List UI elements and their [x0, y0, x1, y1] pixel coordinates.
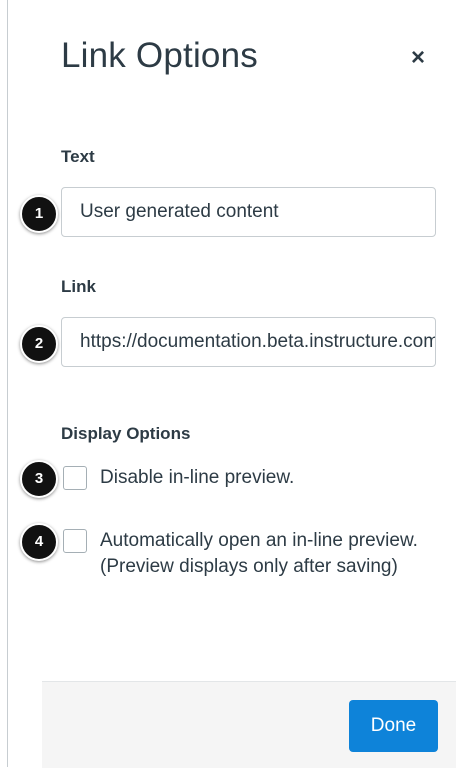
auto-open-preview-label[interactable]: Automatically open an in-line preview. (… — [100, 528, 420, 580]
link-field-label: Link — [61, 277, 96, 296]
auto-open-preview-checkbox[interactable] — [63, 529, 87, 553]
text-input-value: User generated content — [80, 201, 279, 222]
link-input-value: https://documentation.beta.instructure.c… — [80, 331, 435, 352]
link-input[interactable]: https://documentation.beta.instructure.c… — [61, 317, 436, 367]
link-options-panel — [8, 0, 456, 767]
dialog-title: Link Options — [61, 36, 258, 75]
text-input[interactable]: User generated content — [61, 187, 436, 237]
callout-badge-1: 1 — [20, 195, 58, 233]
callout-badge-3: 3 — [20, 460, 58, 498]
disable-inline-preview-label[interactable]: Disable in-line preview. — [100, 465, 420, 491]
text-field-label: Text — [61, 147, 95, 166]
close-icon[interactable]: × — [404, 44, 432, 72]
callout-badge-4: 4 — [20, 523, 58, 561]
callout-badge-2: 2 — [20, 325, 58, 363]
done-button[interactable]: Done — [349, 700, 438, 752]
link-options-dialog-frame: Link Options × Text User generated conte… — [0, 0, 456, 768]
disable-inline-preview-checkbox[interactable] — [63, 466, 87, 490]
display-options-label: Display Options — [61, 424, 191, 443]
